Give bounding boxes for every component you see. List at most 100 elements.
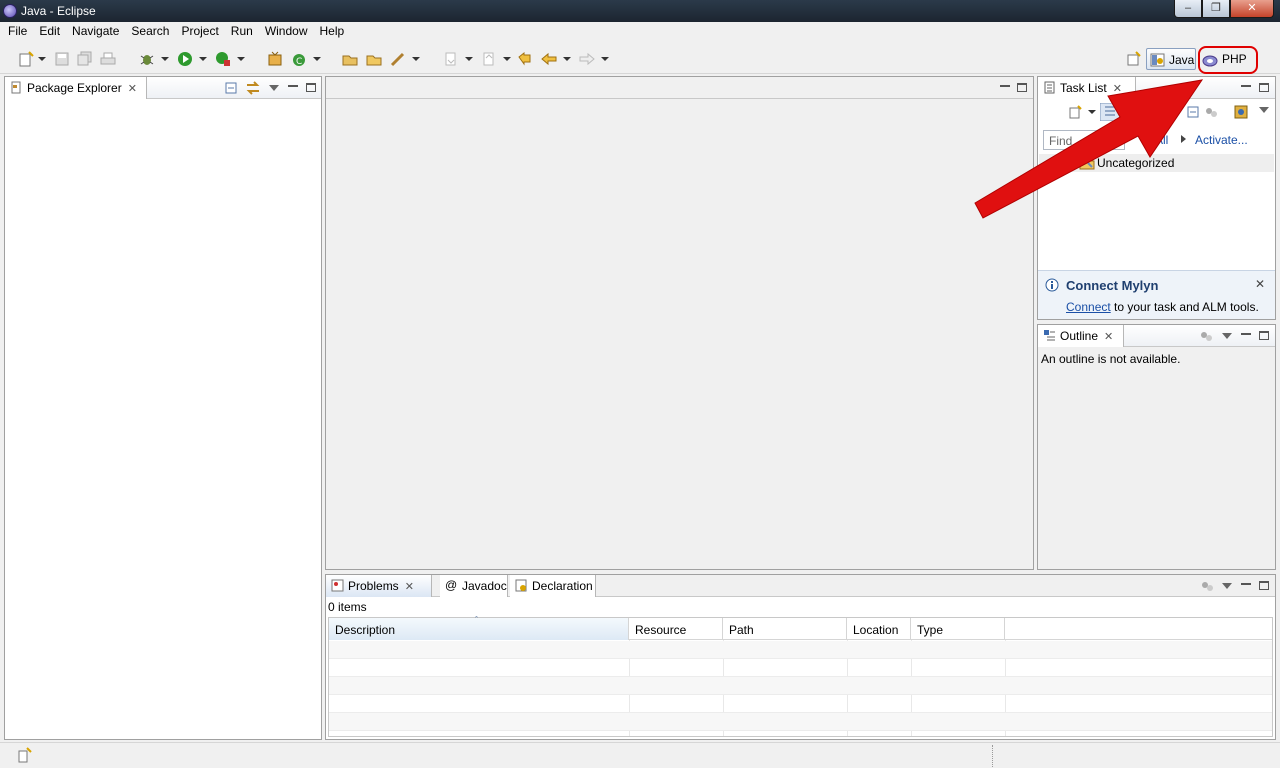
synchronize-icon[interactable] — [1204, 105, 1218, 119]
table-row — [329, 641, 1272, 659]
view-menu-icon[interactable] — [1259, 107, 1269, 113]
close-tab-icon[interactable]: ✕ — [1113, 83, 1122, 95]
close-tab-icon[interactable]: ✕ — [1104, 331, 1113, 343]
new-task-icon[interactable] — [1068, 105, 1082, 119]
minimize-view-icon[interactable] — [1241, 333, 1251, 337]
editor-area — [325, 76, 1034, 570]
maximize-editor-icon[interactable] — [1017, 83, 1027, 92]
next-annotation-icon[interactable] — [443, 51, 459, 67]
status-bar — [0, 742, 1280, 768]
view-menu-icon[interactable] — [1222, 333, 1232, 339]
category-folder-icon — [1079, 158, 1095, 170]
categorized-icon[interactable] — [1100, 103, 1120, 121]
table-row — [329, 695, 1272, 713]
open-perspective-icon[interactable] — [1126, 51, 1142, 67]
last-edit-location-icon[interactable] — [517, 51, 533, 67]
menu-project[interactable]: Project — [175, 22, 224, 42]
menu-window[interactable]: Window — [259, 22, 314, 42]
minimize-view-icon[interactable] — [1241, 583, 1251, 587]
connect-link[interactable]: Connect — [1066, 300, 1111, 314]
forward-dropdown-icon[interactable] — [601, 57, 609, 61]
save-all-icon[interactable] — [77, 51, 93, 67]
category-label: Uncategorized — [1097, 156, 1175, 170]
new-class-dropdown-icon[interactable] — [313, 57, 321, 61]
menu-search[interactable]: Search — [125, 22, 175, 42]
back-dropdown-icon[interactable] — [563, 57, 571, 61]
external-tools-dropdown-icon[interactable] — [237, 57, 245, 61]
java-perspective-icon — [1150, 53, 1165, 67]
info-icon — [1045, 278, 1059, 292]
next-annotation-dropdown-icon[interactable] — [465, 57, 473, 61]
run-icon[interactable] — [177, 51, 193, 67]
tab-outline[interactable]: Outline ✕ — [1038, 325, 1124, 347]
java-perspective-label: Java — [1169, 53, 1195, 67]
all-link[interactable]: All — [1155, 133, 1168, 147]
menu-run[interactable]: Run — [225, 22, 259, 42]
column-resource[interactable]: Resource — [629, 618, 723, 640]
previous-annotation-icon[interactable] — [481, 51, 497, 67]
previous-annotation-dropdown-icon[interactable] — [503, 57, 511, 61]
column-type[interactable]: Type — [911, 618, 1005, 640]
link-with-editor-icon[interactable] — [245, 81, 261, 95]
maximize-view-icon[interactable] — [1259, 83, 1269, 92]
forward-icon[interactable] — [579, 51, 595, 67]
back-icon[interactable] — [541, 51, 557, 67]
java-perspective-button[interactable]: Java — [1146, 48, 1196, 70]
external-tools-icon[interactable] — [215, 51, 231, 67]
maximize-view-icon[interactable] — [306, 83, 316, 92]
tab-declaration[interactable]: Declaration — [510, 575, 596, 597]
view-menu-icon[interactable] — [1222, 583, 1232, 589]
save-icon[interactable] — [54, 51, 70, 67]
activate-expand-icon[interactable] — [1181, 135, 1186, 143]
menu-navigate[interactable]: Navigate — [66, 22, 125, 42]
new-task-dropdown-icon[interactable] — [1088, 110, 1096, 114]
problems-toolbar-icon[interactable] — [1200, 580, 1214, 592]
tab-javadoc[interactable]: @ Javadoc — [440, 575, 508, 597]
menu-file[interactable]: File — [2, 22, 33, 42]
search-dropdown-icon[interactable] — [412, 57, 420, 61]
minimize-view-icon[interactable] — [288, 85, 298, 89]
mylyn-text: to your task and ALM tools. — [1110, 300, 1259, 314]
new-class-icon[interactable]: C — [291, 51, 307, 67]
menu-help[interactable]: Help — [314, 22, 351, 42]
open-resource-icon[interactable] — [366, 51, 382, 67]
column-description[interactable]: Description ˆ — [329, 615, 629, 640]
print-icon[interactable] — [100, 51, 116, 67]
all-expand-icon[interactable] — [1142, 135, 1147, 143]
close-tab-icon[interactable]: ✕ — [405, 581, 414, 593]
tab-task-list[interactable]: Task List ✕ — [1038, 77, 1136, 99]
debug-icon[interactable] — [139, 51, 155, 67]
new-dropdown-icon[interactable] — [38, 57, 46, 61]
minimize-view-icon[interactable] — [1241, 85, 1251, 89]
debug-dropdown-icon[interactable] — [161, 57, 169, 61]
search-icon[interactable] — [390, 51, 406, 67]
close-tab-icon[interactable]: ✕ — [128, 83, 137, 95]
tab-package-explorer[interactable]: Package Explorer ✕ — [5, 77, 147, 99]
new-java-project-icon[interactable] — [267, 51, 283, 67]
outline-message: An outline is not available. — [1041, 352, 1181, 366]
maximize-view-icon[interactable] — [1259, 331, 1269, 340]
run-dropdown-icon[interactable] — [199, 57, 207, 61]
find-field[interactable]: Find — [1043, 130, 1125, 150]
activate-link[interactable]: Activate... — [1195, 133, 1248, 147]
minimize-editor-icon[interactable] — [1000, 85, 1010, 89]
view-menu-icon[interactable] — [269, 85, 279, 91]
maximize-button[interactable]: ❐ — [1202, 0, 1230, 18]
collapse-all-icon[interactable] — [1186, 105, 1200, 119]
menu-edit[interactable]: Edit — [33, 22, 66, 42]
repository-icon[interactable] — [1234, 105, 1248, 119]
open-type-icon[interactable] — [342, 51, 358, 67]
minimize-button[interactable]: – — [1174, 0, 1202, 18]
category-row[interactable]: Uncategorized — [1039, 154, 1274, 172]
new-icon[interactable] — [18, 51, 34, 67]
outline-toolbar-icon[interactable] — [1199, 330, 1213, 342]
close-button[interactable]: ✕ — [1230, 0, 1274, 18]
fast-view-icon[interactable] — [18, 747, 32, 763]
column-location[interactable]: Location — [847, 618, 911, 640]
collapse-all-icon[interactable] — [224, 81, 238, 95]
tab-problems[interactable]: Problems ✕ — [326, 575, 432, 597]
close-mylyn-icon[interactable]: ✕ — [1255, 277, 1265, 291]
maximize-view-icon[interactable] — [1259, 581, 1269, 590]
column-path[interactable]: Path — [723, 618, 847, 640]
package-explorer-tab-label: Package Explorer — [27, 81, 122, 95]
